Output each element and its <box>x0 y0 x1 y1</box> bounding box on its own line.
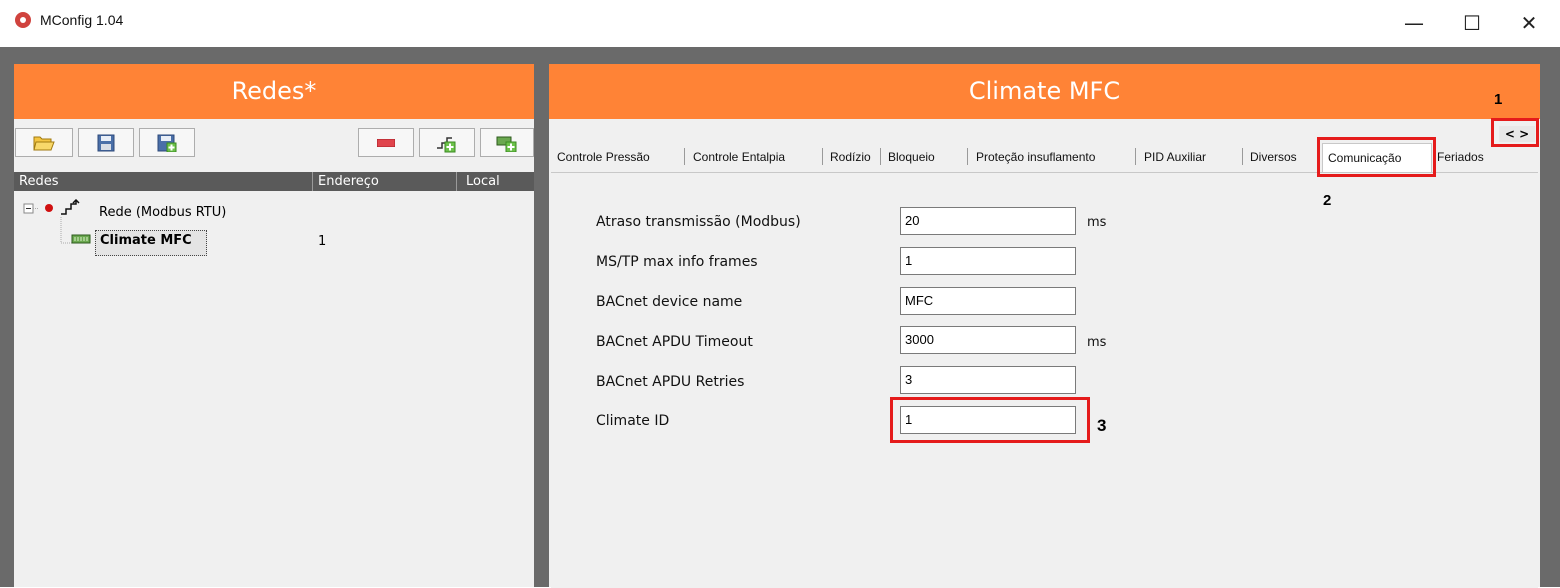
field-unit-ms: ms <box>1087 215 1107 230</box>
column-divider[interactable] <box>312 172 313 191</box>
networks-panel-title: Redes* <box>14 64 534 119</box>
add-device-icon <box>496 136 517 152</box>
tree-item-device[interactable]: Climate MFC <box>95 230 207 256</box>
window-title: MConfig 1.04 <box>40 12 124 28</box>
column-header-endereco[interactable]: Endereço <box>318 172 379 191</box>
field-label-atraso-transmissao: Atraso transmissão (Modbus) <box>596 214 801 230</box>
save-icon <box>97 134 115 151</box>
tab-separator <box>967 148 968 165</box>
bacnet-apdu-retries-input[interactable]: 3 <box>900 366 1076 394</box>
tab-controle-entalpia[interactable]: Controle Entalpia <box>693 146 785 168</box>
tab-rodizio[interactable]: Rodízio <box>830 146 871 168</box>
annotation-number-2: 2 <box>1323 192 1332 209</box>
atraso-transmissao-input[interactable]: 20 <box>900 207 1076 235</box>
tab-protecao-insuflamento[interactable]: Proteção insuflamento <box>976 146 1095 168</box>
app-icon <box>15 12 31 28</box>
device-panel-title: Climate MFC <box>549 64 1540 119</box>
tab-separator <box>684 148 685 165</box>
add-device-button[interactable] <box>480 128 534 157</box>
column-divider[interactable] <box>456 172 457 191</box>
tab-bloqueio[interactable]: Bloqueio <box>888 146 935 168</box>
open-button[interactable] <box>15 128 73 157</box>
field-label-bacnet-device-name: BACnet device name <box>596 294 743 310</box>
tree-item-network[interactable]: Rede (Modbus RTU) <box>99 205 226 220</box>
mstp-max-info-frames-input[interactable]: 1 <box>900 247 1076 275</box>
tab-diversos[interactable]: Diversos <box>1250 146 1297 168</box>
column-header-local[interactable]: Local <box>466 172 500 191</box>
annotation-box-2 <box>1317 137 1436 177</box>
add-network-button[interactable] <box>419 128 475 157</box>
field-label-bacnet-apdu-timeout: BACnet APDU Timeout <box>596 334 753 350</box>
add-network-icon <box>437 136 456 152</box>
tab-separator <box>880 148 881 165</box>
device-icon <box>71 234 91 244</box>
field-unit-ms: ms <box>1087 335 1107 350</box>
open-folder-icon <box>33 136 55 150</box>
remove-button[interactable] <box>358 128 414 157</box>
tab-pid-auxiliar[interactable]: PID Auxiliar <box>1144 146 1206 168</box>
bacnet-apdu-timeout-input[interactable]: 3000 <box>900 326 1076 354</box>
annotation-number-3: 3 <box>1097 416 1107 435</box>
save-as-icon <box>157 134 177 152</box>
bacnet-device-name-input[interactable]: MFC <box>900 287 1076 315</box>
tab-feriados[interactable]: Feriados <box>1437 146 1484 168</box>
device-address: 1 <box>318 234 327 249</box>
tab-separator <box>822 148 823 165</box>
tab-separator <box>1135 148 1136 165</box>
remove-icon <box>377 138 395 147</box>
field-label-bacnet-apdu-retries: BACnet APDU Retries <box>596 374 745 390</box>
annotation-number-1: 1 <box>1494 91 1503 108</box>
save-as-button[interactable] <box>139 128 195 157</box>
minimize-button[interactable]: — <box>1385 0 1443 47</box>
maximize-button[interactable]: ☐ <box>1443 0 1501 47</box>
status-dot-icon <box>45 204 53 212</box>
network-icon <box>61 199 80 215</box>
field-label-mstp-max-info-frames: MS/TP max info frames <box>596 254 758 270</box>
tab-separator <box>1242 148 1243 165</box>
tab-controle-pressao[interactable]: Controle Pressão <box>557 146 650 168</box>
save-button[interactable] <box>78 128 134 157</box>
column-header-redes[interactable]: Redes <box>19 172 58 191</box>
annotation-box-1 <box>1491 118 1539 147</box>
title-bar <box>0 0 1560 47</box>
close-button[interactable]: ✕ <box>1500 0 1558 47</box>
annotation-box-3 <box>890 397 1090 443</box>
field-label-climate-id: Climate ID <box>596 413 670 429</box>
